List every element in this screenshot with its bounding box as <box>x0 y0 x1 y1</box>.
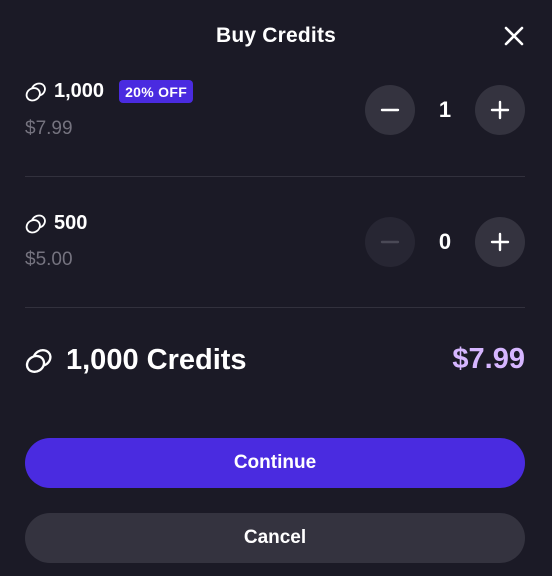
package-price: $7.99 <box>25 118 73 139</box>
coins-icon <box>25 214 46 233</box>
minus-icon <box>380 240 400 244</box>
decrease-button[interactable] <box>365 85 415 135</box>
order-total: 1,000 Credits $7.99 <box>25 338 525 384</box>
quantity-value: 0 <box>438 229 452 254</box>
package-amount: 500 <box>54 212 88 234</box>
total-credits: 1,000 Credits <box>25 344 247 377</box>
plus-icon <box>490 232 510 252</box>
coins-icon <box>25 348 52 373</box>
minus-icon <box>380 108 400 112</box>
increase-button[interactable] <box>475 85 525 135</box>
cancel-button[interactable]: Cancel <box>25 513 525 563</box>
package-title: 500 <box>25 212 87 235</box>
quantity-value: 1 <box>438 97 452 122</box>
package-price: $5.00 <box>25 249 73 270</box>
coins-icon <box>25 82 46 101</box>
increase-button[interactable] <box>475 217 525 267</box>
continue-button[interactable]: Continue <box>25 438 525 488</box>
dialog-header: Buy Credits <box>0 0 552 74</box>
credit-package-1000: 1,000 20% OFF $7.99 1 <box>25 74 525 176</box>
decrease-button[interactable] <box>365 217 415 267</box>
quantity-stepper: 1 <box>365 85 525 135</box>
close-button[interactable] <box>500 22 528 50</box>
credit-package-500: 500 $5.00 0 <box>25 177 525 307</box>
package-title: 1,000 20% OFF <box>25 80 194 103</box>
close-icon <box>504 26 524 46</box>
dialog-title: Buy Credits <box>215 24 337 47</box>
total-credits-label: 1,000 Credits <box>66 344 247 376</box>
divider <box>25 307 525 308</box>
discount-badge: 20% OFF <box>119 80 194 103</box>
package-amount: 1,000 <box>54 80 105 102</box>
total-price: $7.99 <box>452 343 525 375</box>
plus-icon <box>490 100 510 120</box>
quantity-stepper: 0 <box>365 217 525 267</box>
